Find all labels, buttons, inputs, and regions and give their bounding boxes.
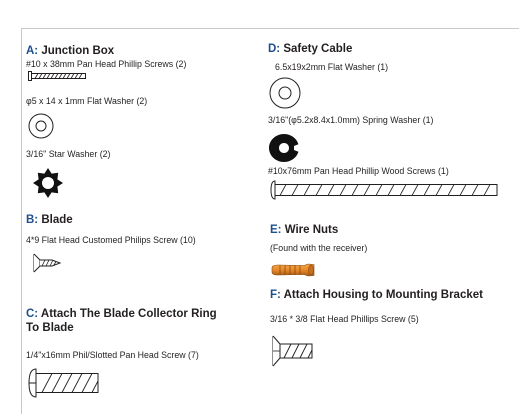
section-c-title-line2: To Blade xyxy=(26,322,74,334)
section-e-title: Wire Nuts xyxy=(281,224,339,236)
section-d-header: D: Safety Cable xyxy=(268,43,352,55)
part-d3-label: #10x76mm Pan Head Phillip Wood Screws (1… xyxy=(268,166,449,176)
part-d2-label: 3/16"(φ5.2x8.4x1.0mm) Spring Washer (1) xyxy=(268,115,434,125)
part-c1-label: 1/4"x16mm Phil/Slotted Pan Head Screw (7… xyxy=(26,350,199,360)
slotted-pan-head-screw-icon xyxy=(28,368,100,398)
section-e-letter: E: xyxy=(270,224,282,236)
star-washer-icon xyxy=(32,167,64,199)
section-f-header: F: Attach Housing to Mounting Bracket xyxy=(270,289,483,301)
section-d-title: Safety Cable xyxy=(280,43,353,55)
part-a2-label: φ5 x 14 x 1mm Flat Washer (2) xyxy=(26,96,148,106)
part-a3-label: 3/16" Star Washer (2) xyxy=(26,149,111,159)
part-e1-label: (Found with the receiver) xyxy=(270,243,368,253)
wood-screw-icon xyxy=(270,180,500,200)
flat-washer-icon xyxy=(28,113,54,139)
housing-flat-head-screw-icon xyxy=(270,335,314,367)
section-b-header: B: Blade xyxy=(26,214,73,226)
spring-washer-icon xyxy=(268,133,300,163)
section-e-header: E: Wire Nuts xyxy=(270,224,338,236)
wire-nut-icon xyxy=(270,262,316,278)
part-d1-label: 6.5x19x2mm Flat Washer (1) xyxy=(275,62,389,72)
section-c-letter: C: xyxy=(26,308,39,320)
section-a-header: A: Junction Box xyxy=(26,45,114,57)
section-f-title: Attach Housing to Mounting Bracket xyxy=(280,289,483,301)
section-a-letter: A: xyxy=(26,45,39,57)
safety-flat-washer-icon xyxy=(269,77,301,109)
part-b1-label: 4*9 Flat Head Customed Philips Screw (10… xyxy=(26,235,196,245)
section-f-letter: F: xyxy=(270,289,281,301)
section-b-letter: B: xyxy=(26,214,39,226)
pan-head-screw-small-icon xyxy=(28,70,88,82)
part-a1-label: #10 x 38mm Pan Head Phillip Screws (2) xyxy=(26,59,187,69)
section-c-title-line1: Attach The Blade Collector Ring xyxy=(38,308,217,320)
section-b-title: Blade xyxy=(38,214,73,226)
section-d-letter: D: xyxy=(268,43,281,55)
section-c-header: C: Attach The Blade Collector Ring xyxy=(26,308,217,320)
part-f1-label: 3/16 * 3/8 Flat Head Phillips Screw (5) xyxy=(270,314,419,324)
flat-head-screw-icon xyxy=(32,253,62,273)
section-a-title: Junction Box xyxy=(38,45,115,57)
